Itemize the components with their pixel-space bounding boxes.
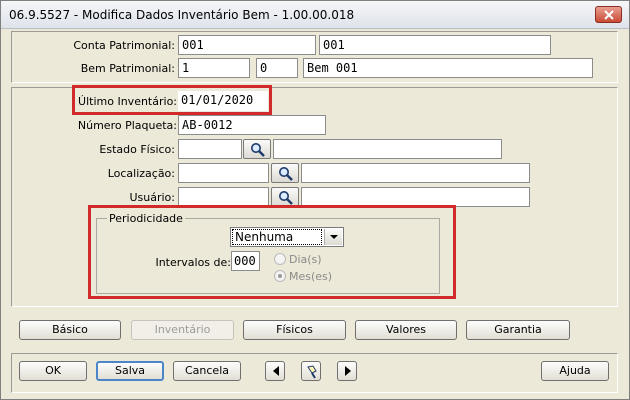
dia-radio[interactable]: [274, 253, 286, 265]
estado-fisico-code-field[interactable]: [178, 139, 242, 159]
conta-patrimonial-code-field[interactable]: 001: [178, 35, 316, 55]
dia-label: Dia(s): [289, 253, 322, 266]
ajuda-button[interactable]: Ajuda: [541, 361, 609, 381]
usuario-label: Usuário:: [129, 191, 175, 204]
ultimo-inventario-label: Último Inventário:: [78, 95, 177, 108]
dialog-window: 06.9.5527 - Modifica Dados Inventário Be…: [0, 0, 630, 400]
intervalos-label: Intervalos de:: [155, 256, 231, 269]
flashlight-icon: [307, 365, 317, 379]
tab-valores[interactable]: Valores: [355, 320, 457, 340]
localizacao-desc-field[interactable]: [301, 163, 530, 183]
window-title: 06.9.5527 - Modifica Dados Inventário Be…: [9, 8, 355, 22]
estado-fisico-label: Estado Físico:: [99, 143, 175, 156]
estado-fisico-desc-field[interactable]: [273, 139, 502, 159]
magnifier-icon: [279, 191, 293, 205]
tab-inventario[interactable]: Inventário: [131, 320, 234, 340]
conta-patrimonial-label: Conta Patrimonial:: [73, 39, 175, 52]
usuario-desc-field[interactable]: [301, 187, 530, 207]
ok-button[interactable]: OK: [19, 361, 87, 381]
periodicidade-select[interactable]: Nenhuma: [230, 227, 344, 247]
arrow-right-icon: [345, 366, 351, 376]
conta-patrimonial-desc-field[interactable]: 001: [319, 35, 551, 55]
mes-label: Mes(es): [289, 270, 333, 283]
magnifier-icon: [251, 143, 265, 157]
bem-patrimonial-desc-field[interactable]: Bem 001: [303, 58, 593, 78]
estado-fisico-search-button[interactable]: [243, 139, 271, 159]
localizacao-label: Localização:: [107, 167, 175, 180]
cancela-button[interactable]: Cancela: [173, 361, 241, 381]
periodicidade-title: Periodicidade: [107, 212, 185, 225]
ultimo-inventario-field[interactable]: 01/01/2020: [178, 91, 268, 111]
intervalos-field[interactable]: 000: [231, 251, 260, 271]
usuario-search-button[interactable]: [271, 187, 299, 207]
close-button[interactable]: [595, 6, 622, 23]
mes-radio[interactable]: [274, 270, 286, 282]
arrow-left-icon: [273, 366, 279, 376]
numero-plaqueta-field[interactable]: AB-0012: [178, 115, 326, 135]
bem-patrimonial-seq-field[interactable]: 0: [256, 58, 298, 78]
numero-plaqueta-label: Número Plaqueta:: [77, 119, 177, 132]
localizacao-code-field[interactable]: [178, 163, 269, 183]
magnifier-icon: [279, 167, 293, 181]
close-icon: [604, 10, 614, 20]
bem-patrimonial-label: Bem Patrimonial:: [80, 62, 175, 75]
flashlight-button[interactable]: [301, 361, 321, 381]
next-button[interactable]: [337, 361, 357, 381]
periodicidade-selected-value: Nenhuma: [232, 229, 322, 245]
localizacao-search-button[interactable]: [271, 163, 299, 183]
tab-basico[interactable]: Básico: [19, 320, 121, 340]
usuario-code-field[interactable]: [178, 187, 269, 207]
salva-button[interactable]: Salva: [96, 361, 164, 381]
tab-fisicos[interactable]: Físicos: [243, 320, 346, 340]
dropdown-arrow-icon[interactable]: [324, 229, 342, 245]
title-bar[interactable]: 06.9.5527 - Modifica Dados Inventário Be…: [1, 1, 629, 29]
previous-button[interactable]: [265, 361, 285, 381]
bem-patrimonial-code-field[interactable]: 1: [178, 58, 250, 78]
tab-garantia[interactable]: Garantia: [466, 320, 570, 340]
